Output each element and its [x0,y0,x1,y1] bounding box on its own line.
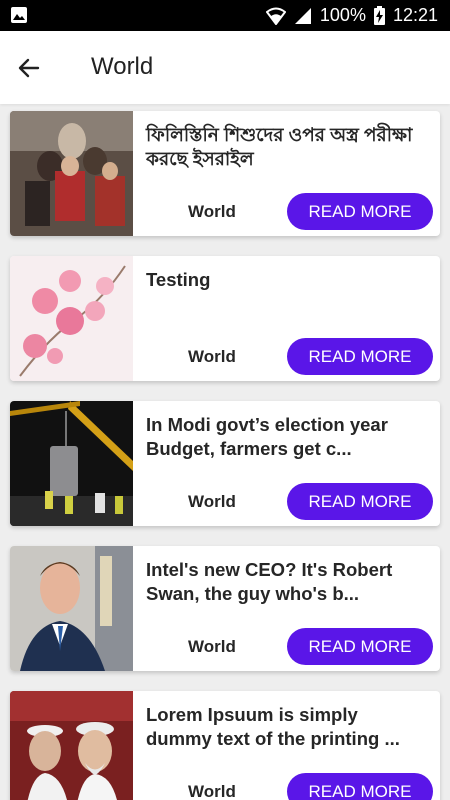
signal-icon [294,7,311,24]
article-thumbnail [10,111,133,236]
page-title: World [91,53,154,80]
article-title[interactable]: Lorem Ipsuum is simply dummy text of the… [146,703,428,751]
article-card[interactable]: Testing World READ MORE [10,256,440,381]
article-title[interactable]: ফিলিস্তিনি শিশুদের ওপর অস্ত্র পরীক্ষা কর… [146,123,428,171]
article-thumbnail [10,401,133,526]
app-bar: World [0,31,450,104]
article-card[interactable]: ফিলিস্তিনি শিশুদের ওপর অস্ত্র পরীক্ষা কর… [10,111,440,236]
article-category: World [188,637,236,656]
status-bar: 100% 12:21 [0,0,450,31]
battery-charging-icon [373,6,385,25]
article-list[interactable]: ফিলিস্তিনি শিশুদের ওপর অস্ত্র পরীক্ষা কর… [0,104,450,800]
article-title[interactable]: Intel's new CEO? It's Robert Swan, the g… [146,558,428,606]
clock: 12:21 [392,5,438,25]
wifi-icon [265,7,286,25]
article-category: World [188,782,236,800]
read-more-button[interactable]: READ MORE [287,193,433,230]
article-category: World [188,492,236,511]
read-more-button[interactable]: READ MORE [287,628,433,665]
read-more-button[interactable]: READ MORE [287,338,433,375]
read-more-button[interactable]: READ MORE [287,483,433,520]
article-category: World [188,202,236,221]
battery-percent: 100% [319,5,366,25]
article-card[interactable]: Intel's new CEO? It's Robert Swan, the g… [10,546,440,671]
article-card[interactable]: Lorem Ipsuum is simply dummy text of the… [10,691,440,800]
article-category: World [188,347,236,366]
article-thumbnail [10,691,133,800]
arrow-left-icon [18,58,40,78]
back-button[interactable] [14,53,44,83]
article-card[interactable]: In Modi govt’s election year Budget, far… [10,401,440,526]
article-title[interactable]: Testing [146,268,428,292]
article-thumbnail [10,256,133,381]
gallery-notification-icon [11,7,27,23]
article-thumbnail [10,546,133,671]
article-title[interactable]: In Modi govt’s election year Budget, far… [146,413,428,461]
read-more-button[interactable]: READ MORE [287,773,433,800]
